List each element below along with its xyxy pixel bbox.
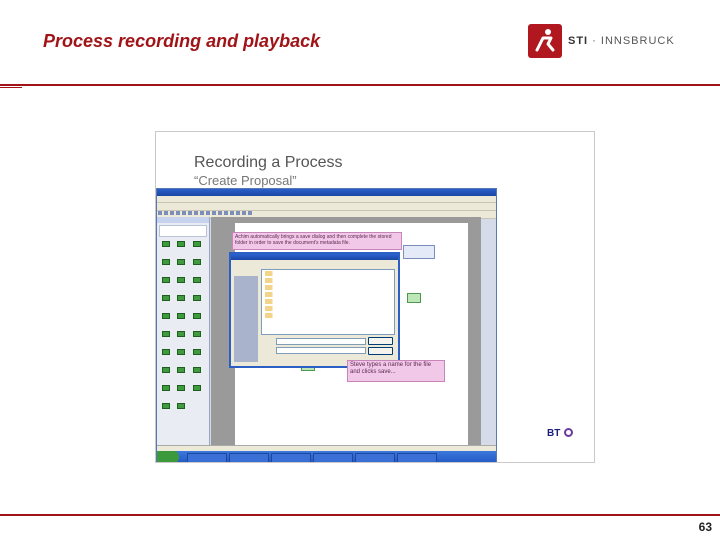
process-shape bbox=[407, 293, 421, 303]
slide-title: Process recording and playback bbox=[43, 31, 321, 51]
logo-separator: · bbox=[588, 35, 601, 47]
save-button bbox=[368, 337, 393, 345]
page-number: 63 bbox=[698, 520, 712, 534]
embedded-screenshot: Recording a Process “Create Proposal” Ac… bbox=[155, 131, 595, 463]
save-as-type-field bbox=[276, 347, 366, 354]
logo-brand: STI bbox=[568, 35, 589, 47]
save-as-dialog bbox=[229, 252, 400, 368]
visio-titlebar bbox=[157, 189, 496, 196]
visio-toolbar bbox=[157, 203, 496, 215]
dialog-titlebar bbox=[231, 254, 398, 260]
bt-globe-icon bbox=[564, 428, 573, 437]
shapes-search bbox=[159, 225, 207, 237]
windows-taskbar bbox=[157, 451, 496, 462]
header-rule bbox=[0, 84, 720, 86]
screenshot-title: Recording a Process bbox=[194, 154, 343, 171]
shapes-panel bbox=[157, 217, 210, 445]
dialog-file-list bbox=[261, 269, 395, 335]
footer-rule bbox=[0, 514, 720, 516]
shape-box bbox=[403, 245, 435, 259]
visio-menubar bbox=[157, 196, 496, 203]
cancel-button bbox=[368, 347, 393, 355]
shapes-panel-header bbox=[157, 217, 209, 223]
sti-innsbruck-logo: STI · INNSBRUCK bbox=[528, 24, 678, 60]
header-rule-accent bbox=[0, 87, 22, 88]
callout-bottom: Steve types a name for the file and clic… bbox=[347, 360, 445, 382]
logo-text: STI · INNSBRUCK bbox=[568, 35, 675, 47]
file-name-field bbox=[276, 338, 366, 345]
screenshot-subtitle: “Create Proposal” bbox=[194, 173, 297, 188]
sti-logo-mark-icon bbox=[528, 24, 562, 58]
callout-top: Achim automatically brings a save dialog… bbox=[232, 232, 402, 250]
dialog-places-bar bbox=[234, 276, 258, 362]
bt-logo: BT bbox=[547, 428, 561, 439]
start-button bbox=[157, 451, 179, 462]
logo-location: INNSBRUCK bbox=[600, 35, 675, 47]
